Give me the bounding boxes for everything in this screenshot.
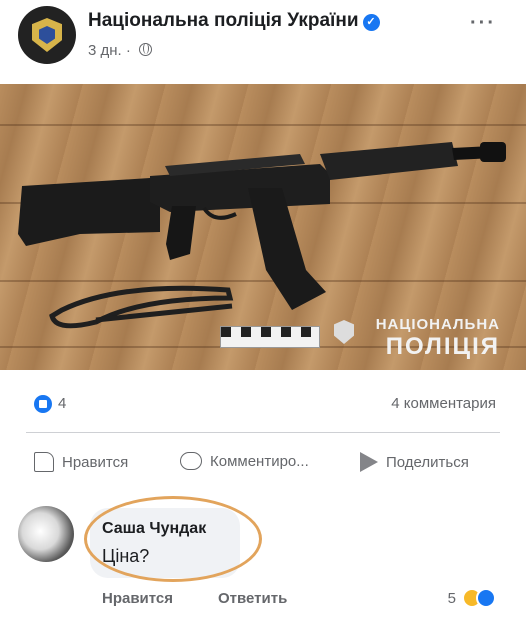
share-label: Поделиться [386,453,469,471]
divider [26,432,500,433]
police-emblem-icon [32,18,62,52]
post-time[interactable]: 3 дн. · [88,42,131,59]
post-meta: 3 дн. · [88,42,153,59]
comment-reaction-count[interactable]: 5 [448,590,456,607]
comment-like-button[interactable]: Нравится [102,590,173,607]
reaction-count[interactable]: 4 [58,395,66,412]
post-photo[interactable]: НАЦІОНАЛЬНА ПОЛІЦІЯ [0,84,526,370]
rifle-muzzle [480,142,506,162]
measurement-scale [220,326,320,348]
like-reaction-icon [476,588,496,608]
verified-badge-icon: ✓ [362,14,380,31]
rifle-stock [18,178,160,246]
post-stats: 4 4 комментария [0,380,526,430]
page-name-link[interactable]: Національна поліція України [88,10,359,31]
like-button[interactable]: Нравится [34,452,128,472]
comment: Саша Чундак Ціна? [0,496,526,598]
highlight-circle [84,496,262,582]
commenter-avatar[interactable] [18,506,74,562]
post-actions: Нравится Комментиро... Поделиться [0,444,526,484]
comment-reply-button[interactable]: Ответить [218,590,287,607]
share-icon [360,452,378,472]
rifle-handguard [320,142,458,180]
watermark-line2: ПОЛІЦІЯ [385,333,500,360]
page-name[interactable]: Національна поліція України ✓ [88,10,380,32]
page-avatar[interactable] [18,6,76,64]
rifle-grip [166,206,196,260]
thumbs-up-icon [34,452,54,472]
comment-label: Комментиро... [210,452,309,470]
police-watermark: НАЦІОНАЛЬНА ПОЛІЦІЯ [376,316,500,361]
comments-count[interactable]: 4 комментария [391,395,496,412]
share-button[interactable]: Поделиться [360,452,469,472]
more-options-button[interactable]: ··· [470,12,496,35]
globe-icon [139,43,153,56]
rifle-magazine [248,188,326,310]
post-header: Національна поліція України ✓ 3 дн. · ··· [0,0,526,80]
comment-button[interactable]: Комментиро... [180,452,309,470]
like-reaction-icon[interactable] [34,395,52,413]
like-label: Нравится [62,453,129,471]
comment-icon [180,452,202,470]
watermark-line1: НАЦІОНАЛЬНА [375,316,500,333]
comment-actions: Нравится Ответить 5 [0,584,526,614]
